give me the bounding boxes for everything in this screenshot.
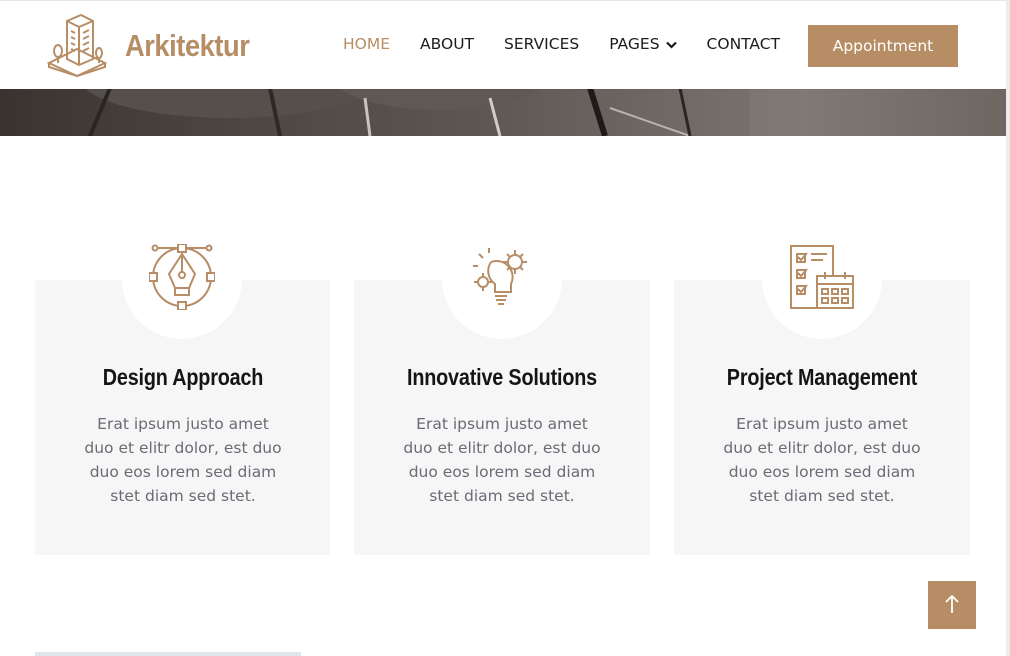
- chevron-down-icon: [665, 35, 677, 53]
- nav-contact-label: CONTACT: [706, 35, 781, 53]
- back-to-top-button[interactable]: [928, 581, 976, 629]
- pen-tool-icon: [148, 243, 216, 314]
- nav-home[interactable]: HOME: [343, 35, 390, 53]
- brand-link[interactable]: Arkitektur: [45, 13, 266, 77]
- navbar: Arkitektur HOME ABOUT SERVICES PAGES CON…: [0, 0, 1006, 89]
- feature-icon-wrap: [762, 219, 882, 339]
- nav-about-label: ABOUT: [420, 35, 475, 53]
- page-scrollbar[interactable]: [1006, 0, 1010, 656]
- next-section-image-edge: [35, 652, 301, 656]
- nav-services-label: SERVICES: [504, 35, 580, 53]
- arrow-up-icon: [944, 594, 960, 617]
- brand-name: Arkitektur: [125, 28, 250, 63]
- feature-icon-wrap: [122, 219, 242, 339]
- gear-lightbulb-icon: [469, 244, 535, 314]
- nav-about[interactable]: ABOUT: [420, 35, 474, 53]
- hero-image: [0, 88, 1006, 136]
- nav-contact[interactable]: CONTACT: [707, 35, 781, 53]
- nav-pages-dropdown[interactable]: PAGES: [609, 35, 677, 53]
- feature-icon-wrap: [442, 219, 562, 339]
- nav-services[interactable]: SERVICES: [504, 35, 579, 53]
- nav-home-label: HOME: [343, 35, 391, 53]
- main-nav: HOME ABOUT SERVICES PAGES CONTACT: [343, 35, 810, 53]
- nav-pages-label: PAGES: [609, 35, 660, 53]
- building-logo-icon: [45, 13, 109, 77]
- checklist-calendar-icon: [789, 244, 855, 314]
- appointment-button[interactable]: Appointment: [808, 25, 958, 67]
